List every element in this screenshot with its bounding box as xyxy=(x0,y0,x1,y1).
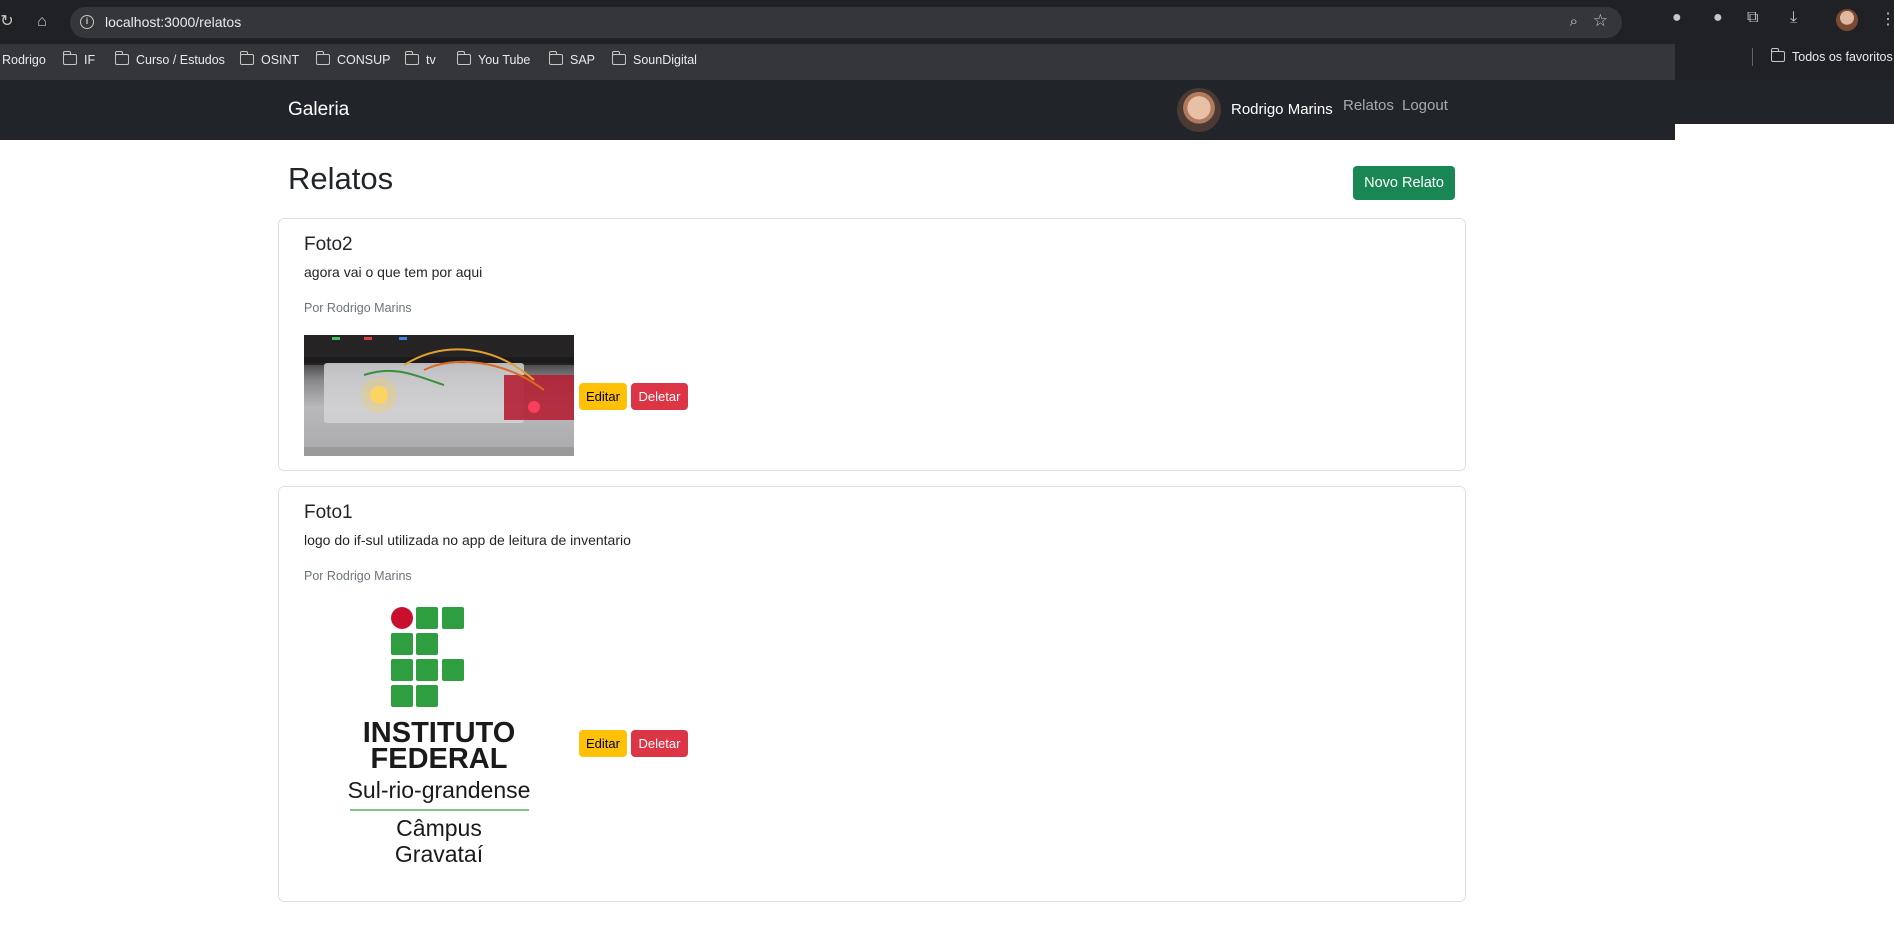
navbar-brand[interactable]: Galeria xyxy=(288,99,349,121)
bookmark-rodrigo[interactable]: Rodrigo xyxy=(2,53,46,67)
bookmark-osint[interactable]: OSINT xyxy=(239,51,299,67)
nav-link-relatos[interactable]: Relatos xyxy=(1343,97,1394,114)
folder-icon xyxy=(404,51,419,65)
bookmarks-divider xyxy=(1752,48,1753,66)
folder-icon xyxy=(315,51,330,65)
menu-kebab-icon[interactable]: ⋮ xyxy=(1880,9,1894,29)
site-info-icon[interactable]: i xyxy=(80,15,94,29)
relato-photo xyxy=(304,335,574,456)
user-name: Rodrigo Marins xyxy=(1231,101,1333,118)
logo-line-gravatai: Gravataí xyxy=(394,841,484,867)
folder-icon xyxy=(239,51,254,65)
bookmark-if[interactable]: IF xyxy=(62,51,95,67)
folder-icon xyxy=(548,51,563,65)
bookmarks-bar-right: Todos os favoritos xyxy=(1675,44,1894,80)
edit-button[interactable]: Editar xyxy=(579,383,627,410)
folder-icon xyxy=(456,51,471,65)
folder-icon xyxy=(1770,48,1785,62)
extension-icon[interactable]: ● xyxy=(1713,9,1723,27)
bookmark-youtube[interactable]: You Tube xyxy=(456,51,530,67)
address-bar[interactable]: i localhost:3000/relatos ⌕ ☆ xyxy=(70,7,1622,38)
reload-icon[interactable]: ↻ xyxy=(0,11,18,33)
browser-toolbar: ↻ ⌂ i localhost:3000/relatos ⌕ ☆ xyxy=(0,0,1894,44)
bookmark-consup[interactable]: CONSUP xyxy=(315,51,390,67)
app-navbar-extension xyxy=(1675,80,1894,124)
folder-icon xyxy=(114,51,129,65)
relato-title: Foto2 xyxy=(304,234,353,255)
delete-button[interactable]: Deletar xyxy=(631,730,688,757)
delete-button[interactable]: Deletar xyxy=(631,383,688,410)
relato-card: Foto1 logo do if-sul utilizada no app de… xyxy=(278,486,1466,902)
circuit-photo-drawing xyxy=(304,335,574,456)
if-logo-squares xyxy=(391,607,464,707)
download-icon[interactable]: ⤓ xyxy=(1790,9,1797,27)
extension-icon[interactable]: ● xyxy=(1672,9,1682,27)
bookmark-curso-estudos[interactable]: Curso / Estudos xyxy=(114,51,225,67)
bookmark-tv[interactable]: tv xyxy=(404,51,436,67)
logo-line-campus: Câmpus xyxy=(396,815,482,841)
app-navbar: Galeria Rodrigo Marins Relatos Logout xyxy=(0,80,1675,140)
bookmark-star-icon[interactable]: ☆ xyxy=(1593,11,1608,31)
profile-avatar[interactable] xyxy=(1836,9,1858,31)
folder-icon xyxy=(62,51,77,65)
nav-link-logout[interactable]: Logout xyxy=(1402,97,1448,114)
home-icon[interactable]: ⌂ xyxy=(31,11,53,33)
bookmark-soundigital[interactable]: SounDigital xyxy=(611,51,697,67)
folder-icon xyxy=(611,51,626,65)
bookmarks-bar: Rodrigo IF Curso / Estudos OSINT CONSUP … xyxy=(0,44,1894,80)
extensions-puzzle-icon[interactable]: ⧉ xyxy=(1747,9,1758,27)
relato-title: Foto1 xyxy=(304,502,353,523)
user-avatar xyxy=(1177,88,1221,132)
relato-author: Por Rodrigo Marins xyxy=(304,569,412,583)
logo-line-federal: FEDERAL xyxy=(370,743,508,775)
zoom-icon[interactable]: ⌕ xyxy=(1570,13,1578,30)
logo-line-sul-rio-grandense: Sul-rio-grandense xyxy=(347,777,531,803)
relato-author: Por Rodrigo Marins xyxy=(304,301,412,315)
bookmark-sap[interactable]: SAP xyxy=(548,51,595,67)
url-text: localhost:3000/relatos xyxy=(105,14,242,30)
page-title: Relatos xyxy=(288,161,394,196)
relato-description: logo do if-sul utilizada no app de leitu… xyxy=(304,532,631,548)
new-relato-button[interactable]: Novo Relato xyxy=(1353,166,1455,200)
all-bookmarks[interactable]: Todos os favoritos xyxy=(1770,48,1893,64)
relato-description: agora vai o que tem por aqui xyxy=(304,264,483,280)
browser-toolbar-extensions: ● ● ⧉ ⤓ ⋮ xyxy=(1672,0,1894,44)
relato-card: Foto2 agora vai o que tem por aqui Por R… xyxy=(278,218,1466,471)
edit-button[interactable]: Editar xyxy=(579,730,627,757)
logo-divider xyxy=(350,809,529,811)
if-logo-image: INSTITUTO FEDERAL Sul-rio-grandense Câmp… xyxy=(304,607,574,897)
